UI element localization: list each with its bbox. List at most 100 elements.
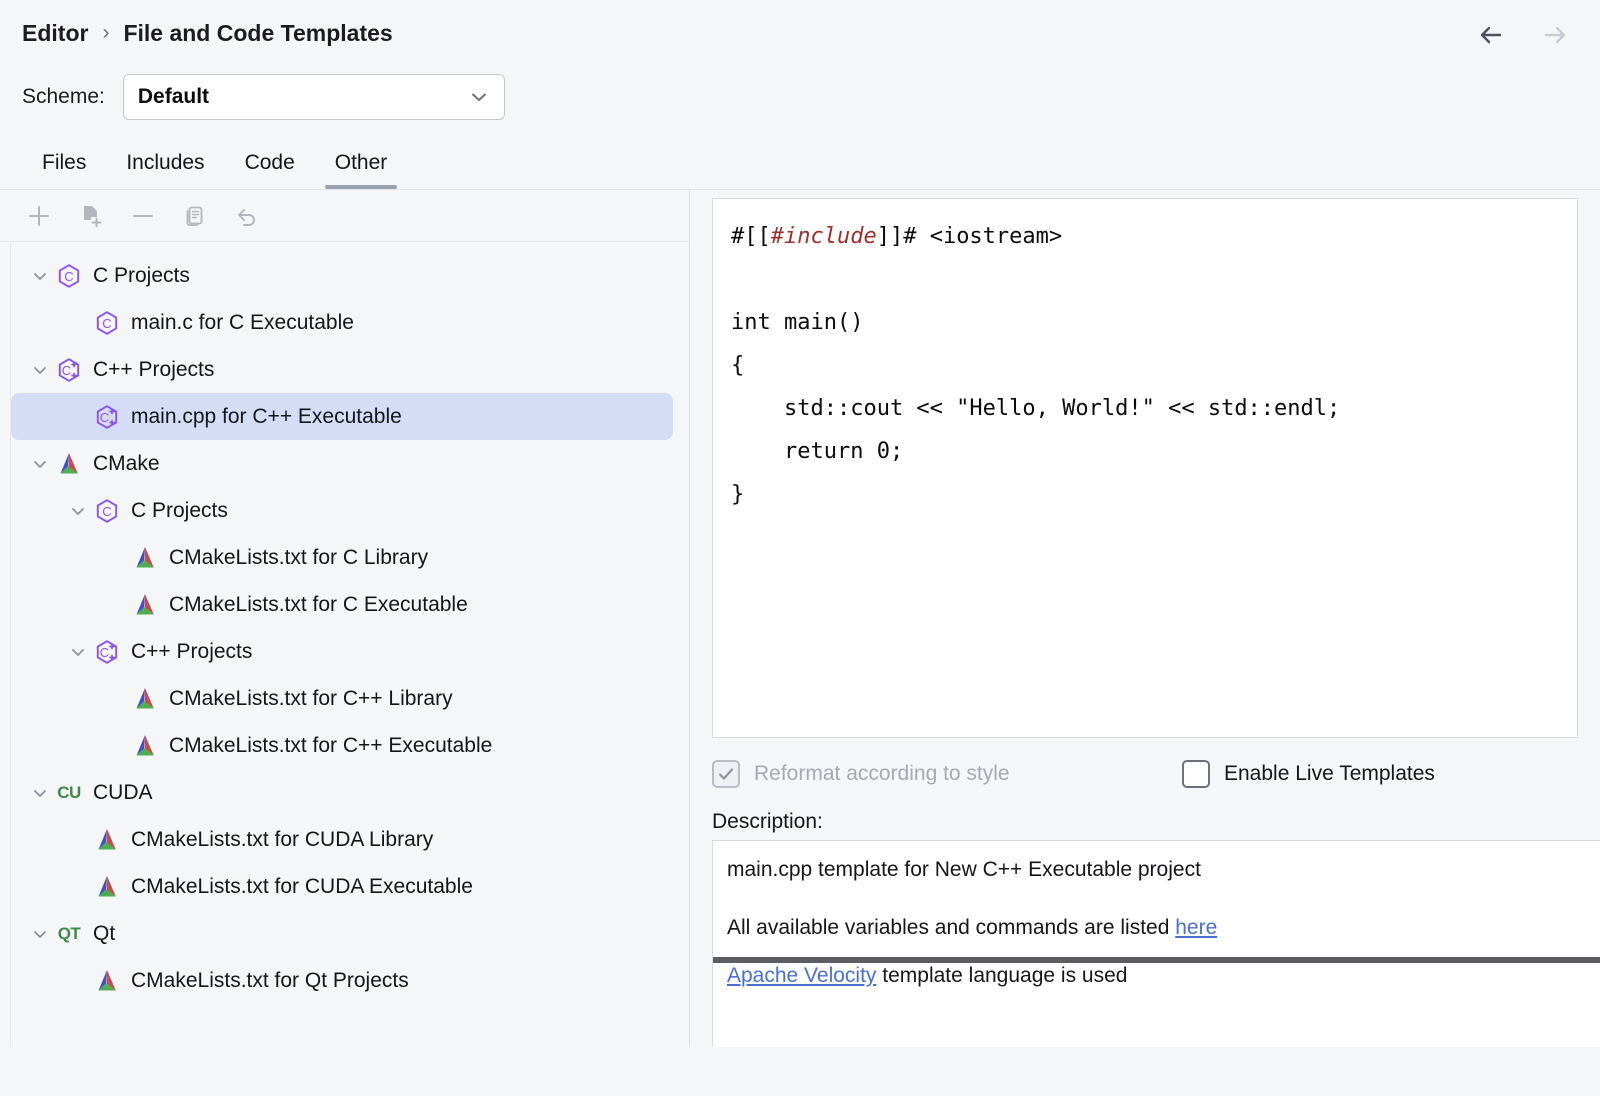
cpp-hexagon-icon: C <box>93 638 121 666</box>
page-title: File and Code Templates <box>123 20 392 47</box>
code-text: return 0; <box>731 439 903 464</box>
main-content: CC ProjectsCmain.c for C ExecutableCC++ … <box>0 190 1600 1047</box>
reformat-checkbox-label: Reformat according to style <box>754 762 1010 786</box>
tree-row[interactable]: CMakeLists.txt for C Library <box>11 534 673 581</box>
code-line: return 0; <box>731 430 1559 473</box>
live-templates-checkbox[interactable]: Enable Live Templates <box>1182 760 1435 788</box>
tree-row-label: Qt <box>93 922 115 946</box>
arrow-left-icon[interactable] <box>1474 18 1508 52</box>
tree-row-label: C++ Projects <box>93 358 214 382</box>
checkbox-checked-icon <box>712 760 740 788</box>
cmake-icon <box>55 450 83 478</box>
code-line <box>731 258 1559 301</box>
arrow-right-icon <box>1538 18 1572 52</box>
tree-row-label: C Projects <box>131 499 228 523</box>
plus-icon[interactable] <box>24 201 54 231</box>
code-line: int main() <box>731 301 1559 344</box>
tree-row-label: CMakeLists.txt for CUDA Executable <box>131 875 473 899</box>
navigation-arrows <box>1474 18 1572 52</box>
chevron-down-icon[interactable] <box>25 261 55 291</box>
tree-row[interactable]: CMakeLists.txt for Qt Projects <box>11 957 673 1004</box>
tab-files[interactable]: Files <box>22 151 106 189</box>
qt-text-icon: QT <box>55 920 83 948</box>
code-text: ]]# <iostream> <box>877 224 1062 249</box>
tree-row[interactable]: CMakeLists.txt for CUDA Library <box>11 816 673 863</box>
tree-row[interactable]: Cmain.c for C Executable <box>11 299 673 346</box>
template-code-editor[interactable]: #[[#include]]# <iostream> int main(){ st… <box>712 198 1578 738</box>
description-line-3: Apache Velocity template language is use… <box>721 943 1600 991</box>
tree-toolbar <box>0 190 689 242</box>
tree-row[interactable]: C C Projects <box>11 252 673 299</box>
tree-row[interactable]: C C++ Projects <box>11 346 673 393</box>
breadcrumb: Editor › File and Code Templates <box>0 0 1600 66</box>
tree-row[interactable]: CU CUDA <box>11 769 673 816</box>
code-line: { <box>731 344 1559 387</box>
breadcrumb-root[interactable]: Editor <box>22 20 88 47</box>
tree-row-label: CMakeLists.txt for C++ Library <box>169 687 453 711</box>
tree-row[interactable]: CMakeLists.txt for CUDA Executable <box>11 863 673 910</box>
tree-row[interactable]: C C Projects <box>11 487 673 534</box>
cuda-text-icon: CU <box>55 779 83 807</box>
tree-row-label: C Projects <box>93 264 190 288</box>
cmake-icon <box>131 544 159 572</box>
code-text: } <box>731 482 744 507</box>
code-text: #[[ <box>731 224 771 249</box>
undo-icon[interactable] <box>232 201 262 231</box>
cmake-icon <box>93 826 121 854</box>
description-box: main.cpp template for New C++ Executable… <box>712 840 1600 1047</box>
chevron-down-icon[interactable] <box>25 449 55 479</box>
cpp-hexagon-icon: C <box>55 356 83 384</box>
tree-row[interactable]: CMakeLists.txt for C++ Executable <box>11 722 673 769</box>
scheme-dropdown[interactable]: Default <box>123 74 505 120</box>
c-hexagon-icon: C <box>55 262 83 290</box>
reformat-checkbox: Reformat according to style <box>712 760 1182 788</box>
template-options: Reformat according to style Enable Live … <box>690 738 1600 800</box>
template-tree[interactable]: CC ProjectsCmain.c for C ExecutableCC++ … <box>10 242 689 1047</box>
description-line-2: All available variables and commands are… <box>721 913 1600 943</box>
file-plus-icon[interactable] <box>76 201 106 231</box>
cuda-text-icon-text: CU <box>57 783 81 803</box>
description-line-1: main.cpp template for New C++ Executable… <box>721 855 1600 885</box>
copy-icon[interactable] <box>180 201 210 231</box>
code-text: { <box>731 353 744 378</box>
tree-row-label: CMakeLists.txt for CUDA Library <box>131 828 433 852</box>
here-link[interactable]: here <box>1175 916 1217 939</box>
tree-row-label: C++ Projects <box>131 640 252 664</box>
chevron-down-icon <box>468 86 490 108</box>
tree-row[interactable]: CMakeLists.txt for C Executable <box>11 581 673 628</box>
live-templates-checkbox-label: Enable Live Templates <box>1224 762 1435 786</box>
cmake-icon <box>93 967 121 995</box>
tree-row-label: CMakeLists.txt for C Library <box>169 546 428 570</box>
tree-row-label: CMakeLists.txt for C Executable <box>169 593 468 617</box>
tree-row-label: CMake <box>93 452 160 476</box>
chevron-down-icon[interactable] <box>25 355 55 385</box>
scheme-selected-value: Default <box>138 85 209 109</box>
tab-other[interactable]: Other <box>315 151 408 189</box>
description-horizontal-scrollbar[interactable] <box>713 957 1600 963</box>
apache-velocity-link[interactable]: Apache Velocity <box>727 964 876 987</box>
svg-text:C: C <box>64 269 73 284</box>
chevron-down-icon[interactable] <box>63 496 93 526</box>
tab-bar: FilesIncludesCodeOther <box>0 128 1600 190</box>
tree-row[interactable]: CMake <box>11 440 673 487</box>
minus-icon[interactable] <box>128 201 158 231</box>
cmake-icon <box>131 732 159 760</box>
cmake-icon <box>93 873 121 901</box>
tab-code[interactable]: Code <box>225 151 315 189</box>
checkbox-unchecked-icon[interactable] <box>1182 760 1210 788</box>
tree-row-selected[interactable]: Cmain.cpp for C++ Executable <box>11 393 673 440</box>
chevron-down-icon[interactable] <box>25 778 55 808</box>
tree-row[interactable]: CMakeLists.txt for C++ Library <box>11 675 673 722</box>
tab-includes[interactable]: Includes <box>106 151 224 189</box>
cmake-icon <box>131 591 159 619</box>
chevron-down-icon[interactable] <box>63 637 93 667</box>
description-label: Description: <box>690 800 1600 840</box>
tree-row[interactable]: C C++ Projects <box>11 628 673 675</box>
tree-row-label: CUDA <box>93 781 153 805</box>
svg-text:C: C <box>102 504 111 519</box>
breadcrumb-separator: › <box>102 21 109 45</box>
chevron-down-icon[interactable] <box>25 919 55 949</box>
c-hexagon-icon: C <box>93 309 121 337</box>
tree-row[interactable]: QT Qt <box>11 910 673 957</box>
c-hexagon-icon: C <box>93 497 121 525</box>
